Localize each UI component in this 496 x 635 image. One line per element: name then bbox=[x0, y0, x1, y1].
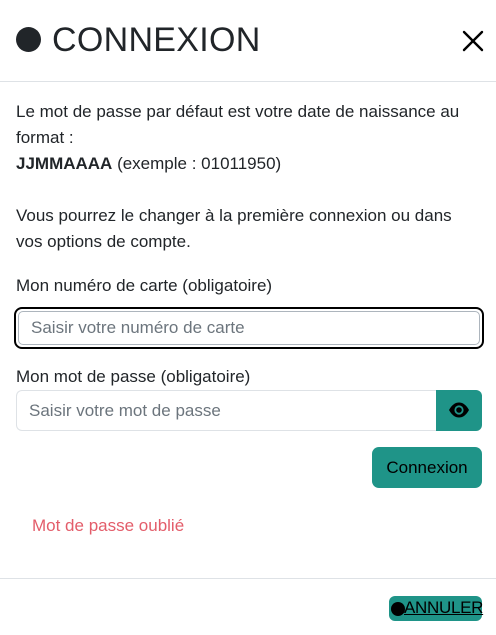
toggle-password-visibility-button[interactable] bbox=[436, 390, 482, 431]
info-format-example: (exemple : 01011950) bbox=[112, 154, 282, 173]
eye-icon bbox=[449, 402, 469, 418]
modal-title: CONNEXION bbox=[52, 21, 261, 59]
password-label: Mon mot de passe (obligatoire) bbox=[16, 367, 251, 386]
card-number-input[interactable] bbox=[18, 311, 480, 345]
close-icon bbox=[462, 30, 484, 52]
cancel-button-label: ANNULER bbox=[404, 598, 484, 617]
close-button[interactable] bbox=[456, 24, 490, 58]
card-number-label: Mon numéro de carte (obligatoire) bbox=[16, 276, 273, 295]
info-format-line: JJMMAAAA (exemple : 01011950) bbox=[16, 151, 486, 177]
card-number-focus-ring bbox=[14, 307, 484, 349]
password-input[interactable] bbox=[16, 390, 437, 431]
cancel-bullet-icon bbox=[391, 602, 405, 616]
info-line-2: format : bbox=[16, 128, 74, 147]
info-format-bold: JJMMAAAA bbox=[16, 154, 113, 173]
title-bullet-icon bbox=[16, 27, 41, 52]
login-button[interactable]: Connexion bbox=[372, 447, 482, 488]
password-info: Le mot de passe par défaut est votre dat… bbox=[16, 99, 486, 255]
login-modal: CONNEXION Le mot de passe par défaut est… bbox=[0, 0, 496, 635]
info-line-4: Vous pourrez le changer à la première co… bbox=[16, 206, 452, 225]
info-line-1: Le mot de passe par défaut est votre dat… bbox=[16, 102, 460, 121]
info-line-5: vos options de compte. bbox=[16, 232, 191, 251]
info-spacer bbox=[16, 177, 486, 203]
cancel-button[interactable]: ANNULER bbox=[389, 596, 484, 621]
password-input-group bbox=[16, 390, 482, 431]
forgot-password-link[interactable]: Mot de passe oublié bbox=[32, 515, 184, 537]
modal-header: CONNEXION bbox=[0, 0, 496, 82]
